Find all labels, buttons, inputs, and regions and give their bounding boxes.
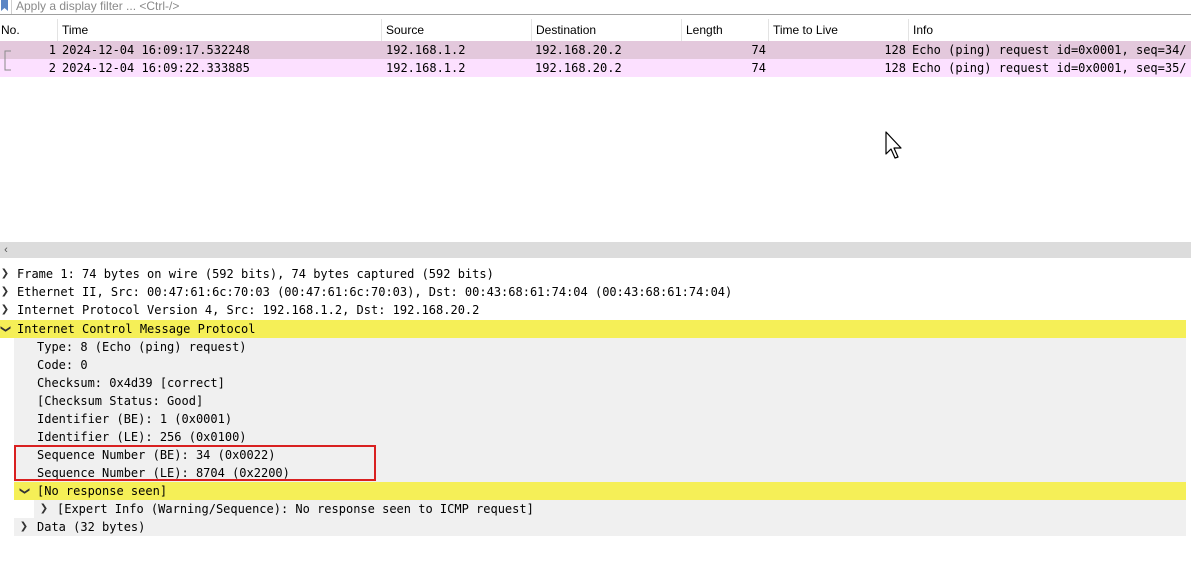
packet-destination: 192.168.20.2 (535, 61, 622, 75)
tree-item-identifier-le[interactable]: Identifier (LE): 256 (0x0100) (14, 428, 1186, 446)
column-header-length[interactable]: Length (682, 19, 769, 41)
tree-item-label: [Expert Info (Warning/Sequence): No resp… (57, 502, 534, 516)
field-label: Identifier (BE): 1 (0x0001) (37, 412, 233, 426)
tree-item-no-response[interactable]: ❯ [No response seen] (14, 482, 1186, 500)
filter-placeholder: Apply a display filter ... <Ctrl-/> (16, 0, 180, 13)
tree-item-label: Internet Control Message Protocol (17, 322, 256, 336)
tree-item-checksum-status[interactable]: [Checksum Status: Good] (14, 392, 1186, 410)
packet-row[interactable]: 1 2024-12-04 16:09:17.532248 192.168.1.2… (0, 41, 1191, 59)
tree-item-data[interactable]: ❯ Data (32 bytes) (14, 518, 1186, 536)
column-header-no[interactable]: No. (0, 19, 58, 41)
packet-time: 2024-12-04 16:09:22.333885 (62, 61, 250, 75)
tree-item-label: Frame 1: 74 bytes on wire (592 bits), 74… (17, 267, 494, 281)
packet-destination: 192.168.20.2 (535, 43, 622, 57)
packet-info: Echo (ping) request id=0x0001, seq=34/ (912, 43, 1187, 57)
tree-item-label: Data (32 bytes) (37, 520, 146, 534)
column-header-info[interactable]: Info (909, 19, 1191, 41)
scroll-left-icon[interactable]: ‹ (0, 242, 12, 258)
mouse-cursor-icon (885, 131, 902, 159)
packet-list-header: No. Time Source Destination Length Time … (0, 19, 1191, 42)
display-filter-bar[interactable]: Apply a display filter ... <Ctrl-/> (0, 0, 1191, 15)
tree-item-frame[interactable]: ❯ Frame 1: 74 bytes on wire (592 bits), … (0, 265, 1191, 283)
tree-item-identifier-be[interactable]: Identifier (BE): 1 (0x0001) (14, 410, 1186, 428)
field-label: Type: 8 (Echo (ping) request) (37, 340, 247, 354)
packet-time: 2024-12-04 16:09:17.532248 (62, 43, 250, 57)
column-header-source[interactable]: Source (382, 19, 532, 41)
expand-arrow-icon[interactable]: ❯ (0, 265, 10, 283)
packet-length: 74 (751, 61, 766, 75)
packet-source: 192.168.1.2 (386, 61, 466, 75)
packet-length: 74 (751, 43, 766, 57)
column-header-ttl[interactable]: Time to Live (769, 19, 909, 41)
packet-ttl: 128 (884, 61, 906, 75)
tree-item-icmp-code[interactable]: Code: 0 (14, 356, 1186, 374)
field-label: [Checksum Status: Good] (37, 394, 204, 408)
field-label: Checksum: 0x4d39 [correct] (37, 376, 225, 390)
column-header-destination[interactable]: Destination (532, 19, 682, 41)
tree-item-label: [No response seen] (37, 484, 168, 498)
expand-arrow-icon[interactable]: ❯ (0, 283, 10, 301)
collapse-arrow-icon[interactable]: ❯ (0, 324, 14, 334)
tree-item-ip[interactable]: ❯ Internet Protocol Version 4, Src: 192.… (0, 301, 1191, 319)
horizontal-scrollbar[interactable]: ‹ (0, 242, 1191, 258)
packet-ttl: 128 (884, 43, 906, 57)
conversation-bracket-icon (4, 50, 11, 71)
packet-info: Echo (ping) request id=0x0001, seq=35/ (912, 61, 1187, 75)
tree-item-ethernet[interactable]: ❯ Ethernet II, Src: 00:47:61:6c:70:03 (0… (0, 283, 1191, 301)
field-label: Identifier (LE): 256 (0x0100) (37, 430, 247, 444)
tree-item-icmp[interactable]: ❯ Internet Control Message Protocol (0, 320, 1186, 338)
tree-item-expert-info[interactable]: ❯ [Expert Info (Warning/Sequence): No re… (34, 500, 1186, 518)
bookmark-icon[interactable] (0, 0, 9, 11)
tree-item-label: Internet Protocol Version 4, Src: 192.16… (17, 303, 480, 317)
annotation-highlight-box (14, 445, 376, 481)
tree-item-label: Ethernet II, Src: 00:47:61:6c:70:03 (00:… (17, 285, 733, 299)
tree-item-icmp-checksum[interactable]: Checksum: 0x4d39 [correct] (14, 374, 1186, 392)
packet-source: 192.168.1.2 (386, 43, 466, 57)
expand-arrow-icon[interactable]: ❯ (0, 301, 10, 319)
expand-arrow-icon[interactable]: ❯ (39, 500, 49, 518)
column-header-time[interactable]: Time (58, 19, 382, 41)
packet-row[interactable]: 2 2024-12-04 16:09:22.333885 192.168.1.2… (0, 59, 1191, 77)
collapse-arrow-icon[interactable]: ❯ (15, 486, 33, 496)
tree-item-icmp-type[interactable]: Type: 8 (Echo (ping) request) (14, 338, 1186, 356)
filter-separator (11, 0, 12, 14)
expand-arrow-icon[interactable]: ❯ (19, 518, 29, 536)
field-label: Code: 0 (37, 358, 88, 372)
